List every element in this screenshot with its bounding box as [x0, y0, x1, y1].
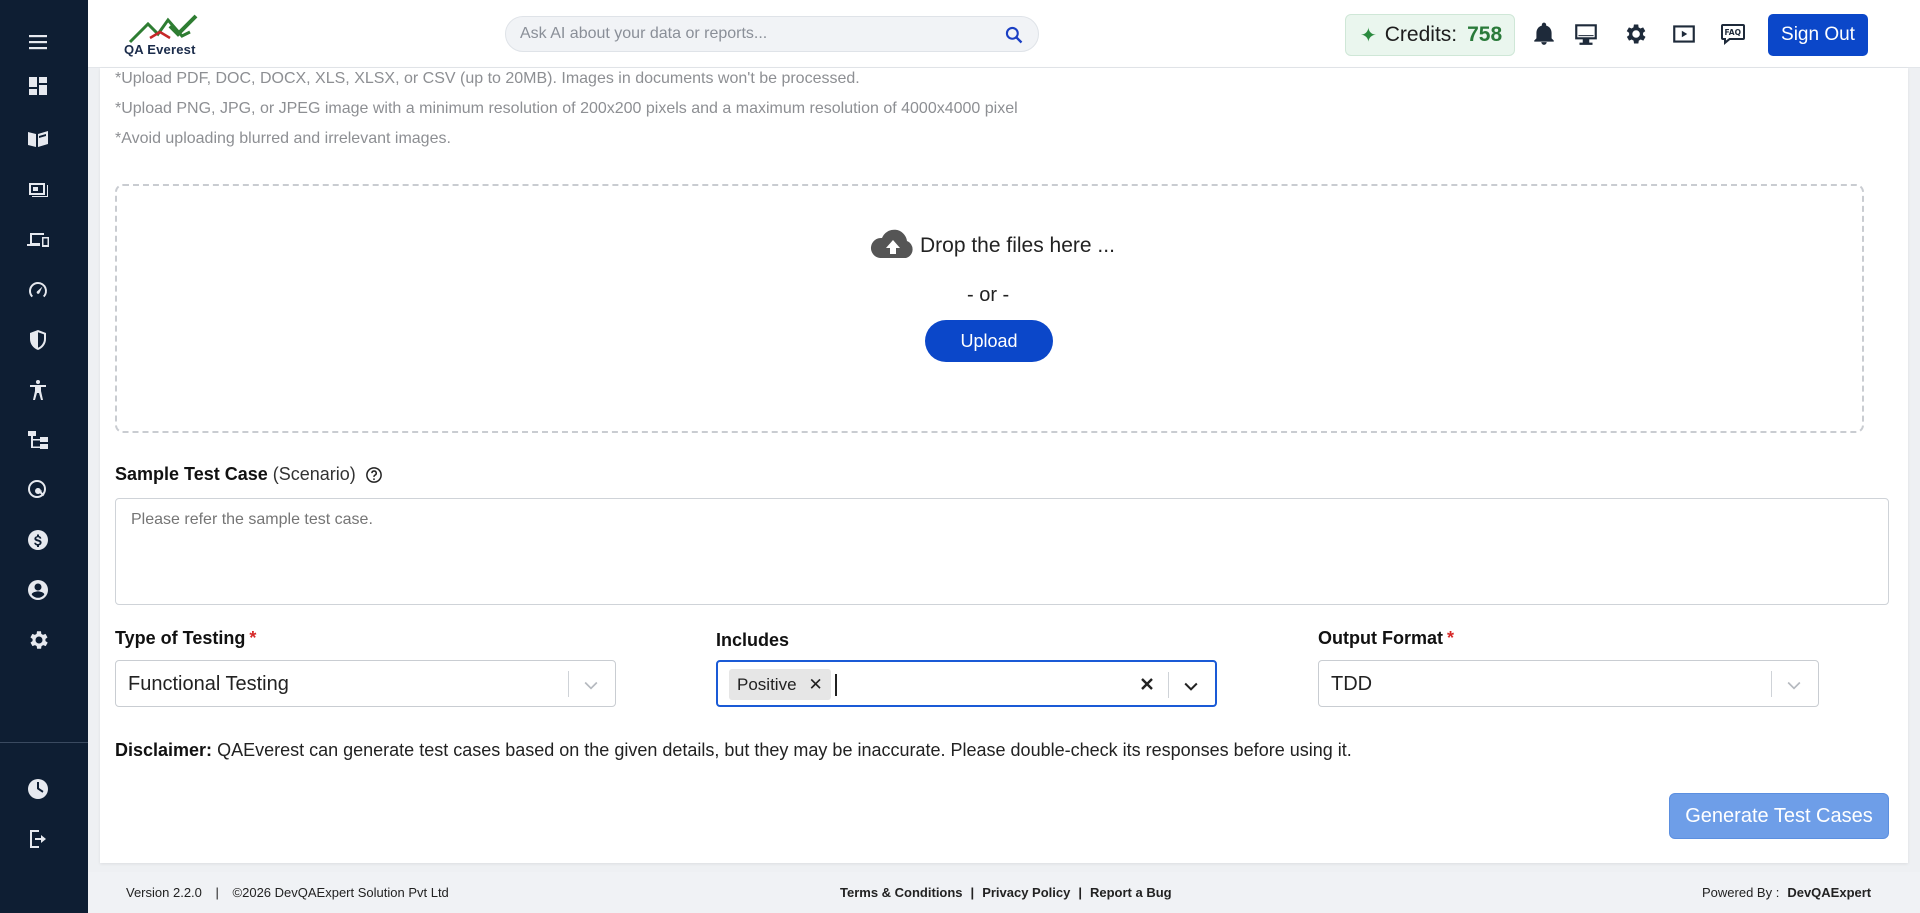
powered-by: Powered By : DevQAExpert: [1702, 885, 1871, 900]
select-separator: [568, 671, 569, 697]
includes-label: Includes: [716, 630, 790, 650]
type-of-testing-text: Type of Testing: [115, 628, 246, 648]
sample-sub-label: (Scenario): [272, 464, 356, 484]
disclaimer: Disclaimer: QAEverest can generate test …: [115, 740, 1352, 761]
ai-search-bar[interactable]: [505, 16, 1039, 52]
required-asterisk: *: [1446, 628, 1454, 648]
output-format-select[interactable]: TDD: [1318, 660, 1819, 707]
privacy-link[interactable]: Privacy Policy: [982, 885, 1070, 900]
output-format-text: Output Format: [1318, 628, 1443, 648]
upload-note-2: *Upload PNG, JPG, or JPEG image with a m…: [115, 100, 1018, 117]
text-caret: [835, 674, 837, 696]
credits-label: Credits:: [1384, 23, 1458, 46]
sample-label-text: Sample Test Case: [115, 464, 268, 484]
faq-icon[interactable]: FAQ: [1719, 20, 1747, 48]
credits-badge: ✦ Credits: 758: [1345, 14, 1515, 56]
chip-label: Positive: [737, 674, 797, 694]
chevron-down-icon[interactable]: [1181, 676, 1201, 696]
chevron-down-icon[interactable]: [1784, 675, 1804, 695]
upload-button[interactable]: Upload: [925, 320, 1053, 362]
type-of-testing-select[interactable]: Functional Testing: [115, 660, 616, 707]
devices-icon[interactable]: [24, 225, 52, 253]
sample-test-case-label: Sample Test Case (Scenario): [115, 464, 383, 485]
copyright-text: ©2026 DevQAExpert Solution Pvt Ltd: [232, 885, 449, 900]
type-of-testing-value: Functional Testing: [128, 673, 289, 695]
upload-note-3: *Avoid uploading blurred and irrelevant …: [115, 130, 451, 147]
search-icon[interactable]: [1004, 25, 1024, 45]
settings-icon[interactable]: [1621, 20, 1649, 48]
svg-text:FAQ: FAQ: [1725, 28, 1741, 37]
hierarchy-icon[interactable]: [24, 426, 52, 454]
disclaimer-text: QAEverest can generate test cases based …: [217, 740, 1352, 760]
select-separator: [1771, 671, 1772, 697]
upload-note-1: *Upload PDF, DOC, DOCX, XLS, XLSX, or CS…: [115, 70, 860, 87]
generate-test-cases-button[interactable]: Generate Test Cases: [1669, 793, 1889, 839]
footer-divider: |: [215, 885, 219, 900]
version-text: Version 2.2.0: [126, 885, 202, 900]
type-of-testing-label: Type of Testing *: [115, 628, 256, 649]
book-icon[interactable]: [24, 125, 52, 153]
powered-by-name: DevQAExpert: [1787, 885, 1872, 900]
credits-value: 758: [1467, 23, 1503, 46]
output-format-label: Output Format *: [1318, 628, 1454, 649]
output-format-value: TDD: [1331, 673, 1373, 695]
footer: Version 2.2.0 | ©2026 DevQAExpert Soluti…: [88, 872, 1920, 913]
help-circle-icon[interactable]: [24, 775, 52, 803]
sidebar: [0, 0, 88, 913]
footer-version-info: Version 2.2.0 | ©2026 DevQAExpert Soluti…: [126, 885, 449, 900]
report-bug-link[interactable]: Report a Bug: [1090, 885, 1172, 900]
select-separator: [1168, 672, 1169, 698]
video-play-icon[interactable]: [1670, 20, 1698, 48]
help-icon[interactable]: [365, 466, 383, 484]
dashboard-icon[interactable]: [24, 72, 52, 100]
search-web-icon[interactable]: [24, 476, 52, 504]
logo-text: QA Everest: [124, 42, 196, 57]
sidebar-divider: [0, 742, 88, 743]
menu-icon[interactable]: [24, 28, 52, 56]
or-separator: - or -: [967, 284, 1010, 306]
includes-multiselect[interactable]: Positive ✕: [716, 660, 1217, 707]
dollar-icon[interactable]: [24, 526, 52, 554]
gear-icon[interactable]: [24, 626, 52, 654]
cloud-upload-icon: [870, 229, 913, 258]
footer-links: Terms & Conditions | Privacy Policy | Report…: [840, 885, 1172, 900]
disclaimer-title: Disclaimer:: [115, 740, 213, 760]
sparkle-icon: ✦: [1360, 24, 1377, 47]
required-asterisk: *: [249, 628, 257, 648]
sample-test-case-textarea[interactable]: [115, 498, 1889, 605]
user-circle-icon[interactable]: [24, 576, 52, 604]
accessibility-icon[interactable]: [24, 376, 52, 404]
slides-icon[interactable]: [24, 175, 52, 203]
search-input[interactable]: [520, 17, 1000, 51]
file-dropzone[interactable]: [115, 184, 1864, 433]
terms-link[interactable]: Terms & Conditions: [840, 885, 963, 900]
footer-divider: |: [970, 885, 975, 900]
includes-chip: Positive ✕: [729, 669, 831, 700]
bell-icon[interactable]: [1530, 20, 1558, 48]
clear-icon[interactable]: [1135, 672, 1159, 696]
footer-divider: |: [1078, 885, 1082, 900]
drop-files-text: Drop the files here ...: [920, 234, 1115, 257]
speedometer-icon[interactable]: [24, 276, 52, 304]
chevron-down-icon[interactable]: [581, 675, 601, 695]
powered-by-label: Powered By :: [1702, 885, 1780, 900]
shield-icon[interactable]: [24, 326, 52, 354]
chip-remove-icon[interactable]: ✕: [809, 675, 823, 695]
kiosk-icon[interactable]: [1572, 20, 1600, 48]
logout-icon[interactable]: [24, 825, 52, 853]
sign-out-button[interactable]: Sign Out: [1768, 14, 1868, 56]
